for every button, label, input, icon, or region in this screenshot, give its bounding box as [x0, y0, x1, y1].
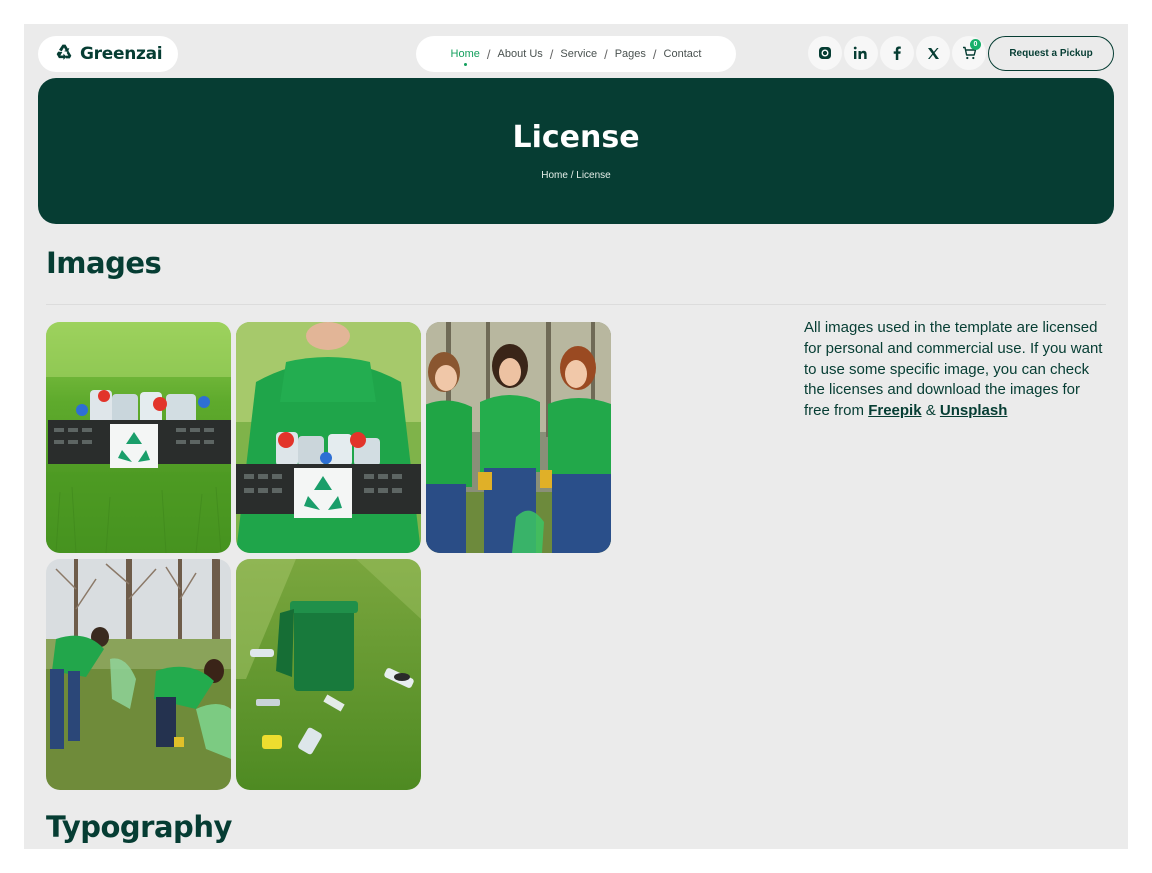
x-twitter-icon[interactable]: [916, 36, 950, 70]
page-title: License: [512, 120, 640, 155]
cart-count-badge: 0: [970, 39, 981, 50]
page: Greenzai Home / About Us / Service / Pag…: [24, 24, 1128, 849]
photo-volunteers-cleaning-park: [46, 559, 231, 790]
nav-separator: /: [486, 46, 491, 62]
social-links: 0: [808, 36, 986, 72]
and-text: &: [921, 402, 940, 420]
cart-icon[interactable]: 0: [952, 36, 986, 70]
nav-separator: /: [549, 46, 554, 62]
typography-heading: Typography: [46, 810, 232, 844]
request-pickup-button[interactable]: Request a Pickup: [988, 36, 1114, 71]
photo-three-volunteers: [426, 322, 611, 553]
nav-item-pages[interactable]: Pages: [615, 48, 646, 60]
nav-item-service[interactable]: Service: [560, 48, 597, 60]
nav-separator: /: [652, 46, 657, 62]
license-description: All images used in the template are lice…: [804, 318, 1104, 422]
freepik-link[interactable]: Freepik: [868, 402, 921, 419]
nav-item-contact[interactable]: Contact: [664, 48, 702, 60]
recycle-icon: [54, 42, 74, 67]
photo-green-bin-litter: [236, 559, 421, 790]
linkedin-icon[interactable]: [844, 36, 878, 70]
brand-logo[interactable]: Greenzai: [38, 36, 179, 72]
breadcrumb: Home / License: [541, 170, 611, 181]
instagram-icon[interactable]: [808, 36, 842, 70]
nav-separator: /: [604, 46, 608, 62]
photo-recycling-crate: [46, 322, 231, 553]
photo-volunteer-with-crate: [236, 322, 421, 553]
section-divider: [46, 304, 1106, 305]
nav-item-about-us[interactable]: About Us: [498, 48, 543, 60]
nav-item-home[interactable]: Home: [451, 48, 480, 66]
images-heading: Images: [46, 246, 162, 280]
unsplash-link[interactable]: Unsplash: [940, 402, 1008, 419]
facebook-icon[interactable]: [880, 36, 914, 70]
page-hero: License Home / License: [38, 78, 1114, 224]
brand-name: Greenzai: [80, 44, 163, 64]
main-nav: Home / About Us / Service / Pages / Cont…: [416, 36, 736, 72]
